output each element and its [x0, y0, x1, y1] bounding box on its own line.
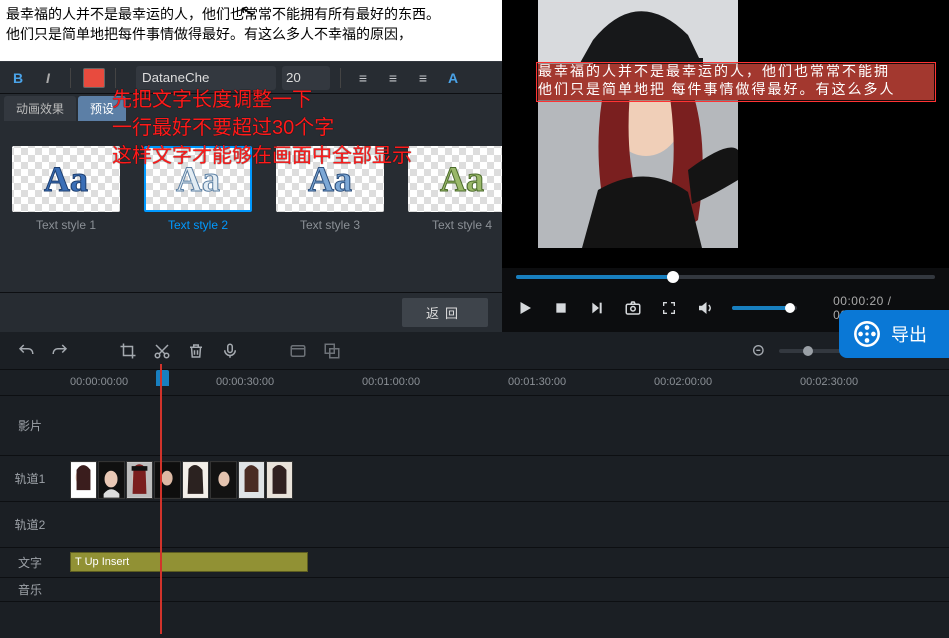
style-label: Text style 1: [12, 218, 120, 232]
stop-button[interactable]: [552, 298, 570, 318]
crop-button[interactable]: [118, 341, 138, 361]
divider: [115, 68, 116, 88]
track-video[interactable]: 影片: [0, 396, 949, 456]
style-thumb: Aa: [276, 146, 384, 212]
font-size-select[interactable]: [282, 66, 330, 90]
text-format-toolbar: B I ≡ ≡ ≡ A: [0, 62, 502, 94]
tab-preset[interactable]: 预设: [78, 96, 126, 121]
fullscreen-button[interactable]: [660, 298, 678, 318]
italic-button[interactable]: I: [36, 66, 60, 90]
track-1[interactable]: 轨道1: [0, 456, 949, 502]
back-button[interactable]: 返回: [402, 298, 488, 327]
subtitle-overlay: 最幸福的人并不是最幸运的人，他们也常常不能拥 他们只是简单地把 每件事情做得最好…: [536, 62, 936, 102]
style-label: Text style 3: [276, 218, 384, 232]
track-label: 轨道1: [0, 470, 60, 487]
style-thumb: Aa: [408, 146, 516, 212]
font-family-select[interactable]: [136, 66, 276, 90]
zoom-out-button[interactable]: [749, 341, 769, 361]
ruler-label: 00:00:30:00: [216, 376, 274, 388]
preview-viewport: 最幸福的人并不是最幸运的人，他们也常常不能拥 他们只是简单地把 每件事情做得最好…: [502, 0, 949, 268]
clip-strip[interactable]: [70, 461, 293, 499]
subtitle-textarea[interactable]: 最幸福的人并不是最幸运的人，他们也常常不能拥有所有最好的东西。 他们只是简单地把…: [0, 0, 502, 62]
divider: [340, 68, 341, 88]
track-2[interactable]: 轨道2: [0, 502, 949, 548]
style-thumb: Aa: [12, 146, 120, 212]
text-line1: 最幸福的人并不是最幸运的人，他们也常常不能拥有所有最好的东西。: [6, 6, 440, 22]
track-label: 轨道2: [0, 516, 60, 533]
divider: [70, 68, 71, 88]
track-label: 影片: [0, 417, 60, 434]
progress-bar[interactable]: [516, 270, 935, 284]
subtitle-line-2: 他们只是简单地把 每件事情做得最好。有这么多人: [538, 82, 934, 100]
ruler-label: 00:02:30:00: [800, 376, 858, 388]
align-left-button[interactable]: ≡: [351, 66, 375, 90]
export-label: 导出: [891, 321, 927, 347]
undo-button[interactable]: [16, 341, 36, 361]
step-forward-button[interactable]: [588, 298, 606, 318]
style-thumb: Aa: [144, 146, 252, 212]
tab-motion[interactable]: 动画效果: [4, 96, 76, 121]
text-line2: 他们只是简单地把每件事情做得最好。有这么多人不幸福的原因，: [6, 26, 412, 42]
text-color-picker[interactable]: [83, 68, 105, 88]
text-clip[interactable]: T Up Insert: [70, 552, 308, 572]
preview-frame: [538, 0, 738, 248]
export-button[interactable]: 导出: [839, 310, 949, 358]
bold-button[interactable]: B: [6, 66, 30, 90]
playhead-marker[interactable]: [156, 370, 169, 386]
track-text[interactable]: 文字 T Up Insert: [0, 548, 949, 578]
text-style-2[interactable]: Aa Text style 2: [144, 146, 252, 232]
cut-button[interactable]: [152, 341, 172, 361]
time-ruler[interactable]: 00:00:00:00 00:00:30:00 00:01:00:00 00:0…: [0, 370, 949, 396]
text-tab-bar: 动画效果 预设: [0, 94, 502, 122]
text-style-gallery: Aa Text style 1 Aa Text style 2 Aa Text …: [0, 122, 502, 292]
preview-panel: 最幸福的人并不是最幸运的人，他们也常常不能拥 他们只是简单地把 每件事情做得最好…: [502, 0, 949, 332]
ruler-label: 00:01:00:00: [362, 376, 420, 388]
timeline-toolbar: [0, 332, 949, 370]
snapshot-button[interactable]: [624, 298, 642, 318]
text-style-1[interactable]: Aa Text style 1: [12, 146, 120, 232]
track-music[interactable]: 音乐: [0, 578, 949, 602]
track-area: 影片 轨道1 轨道2 文字: [0, 396, 949, 638]
ruler-label: 00:00:00:00: [70, 376, 128, 388]
panel-bottom-bar: 返回: [0, 292, 502, 332]
track-label: 文字: [0, 554, 60, 571]
volume-slider[interactable]: [732, 306, 797, 310]
ruler-label: 00:02:00:00: [654, 376, 712, 388]
ruler-label: 00:01:30:00: [508, 376, 566, 388]
style-label: Text style 2: [144, 218, 252, 232]
style-label: Text style 4: [408, 218, 516, 232]
align-center-button[interactable]: ≡: [381, 66, 405, 90]
play-button[interactable]: [516, 298, 534, 318]
text-style-4[interactable]: Aa Text style 4: [408, 146, 516, 232]
redo-button[interactable]: [50, 341, 70, 361]
add-overlay-button[interactable]: [322, 341, 342, 361]
playhead-line[interactable]: [160, 364, 162, 634]
film-reel-icon: [853, 320, 881, 348]
align-right-button[interactable]: ≡: [411, 66, 435, 90]
add-media-button[interactable]: [288, 341, 308, 361]
volume-icon[interactable]: [696, 298, 714, 318]
text-style-3[interactable]: Aa Text style 3: [276, 146, 384, 232]
delete-button[interactable]: [186, 341, 206, 361]
subtitle-line-1: 最幸福的人并不是最幸运的人，他们也常常不能拥: [538, 64, 934, 82]
track-label: 音乐: [0, 581, 60, 598]
timeline: 00:00:00:00 00:00:30:00 00:01:00:00 00:0…: [0, 332, 949, 638]
text-style-button[interactable]: A: [441, 66, 465, 90]
voiceover-button[interactable]: [220, 341, 240, 361]
